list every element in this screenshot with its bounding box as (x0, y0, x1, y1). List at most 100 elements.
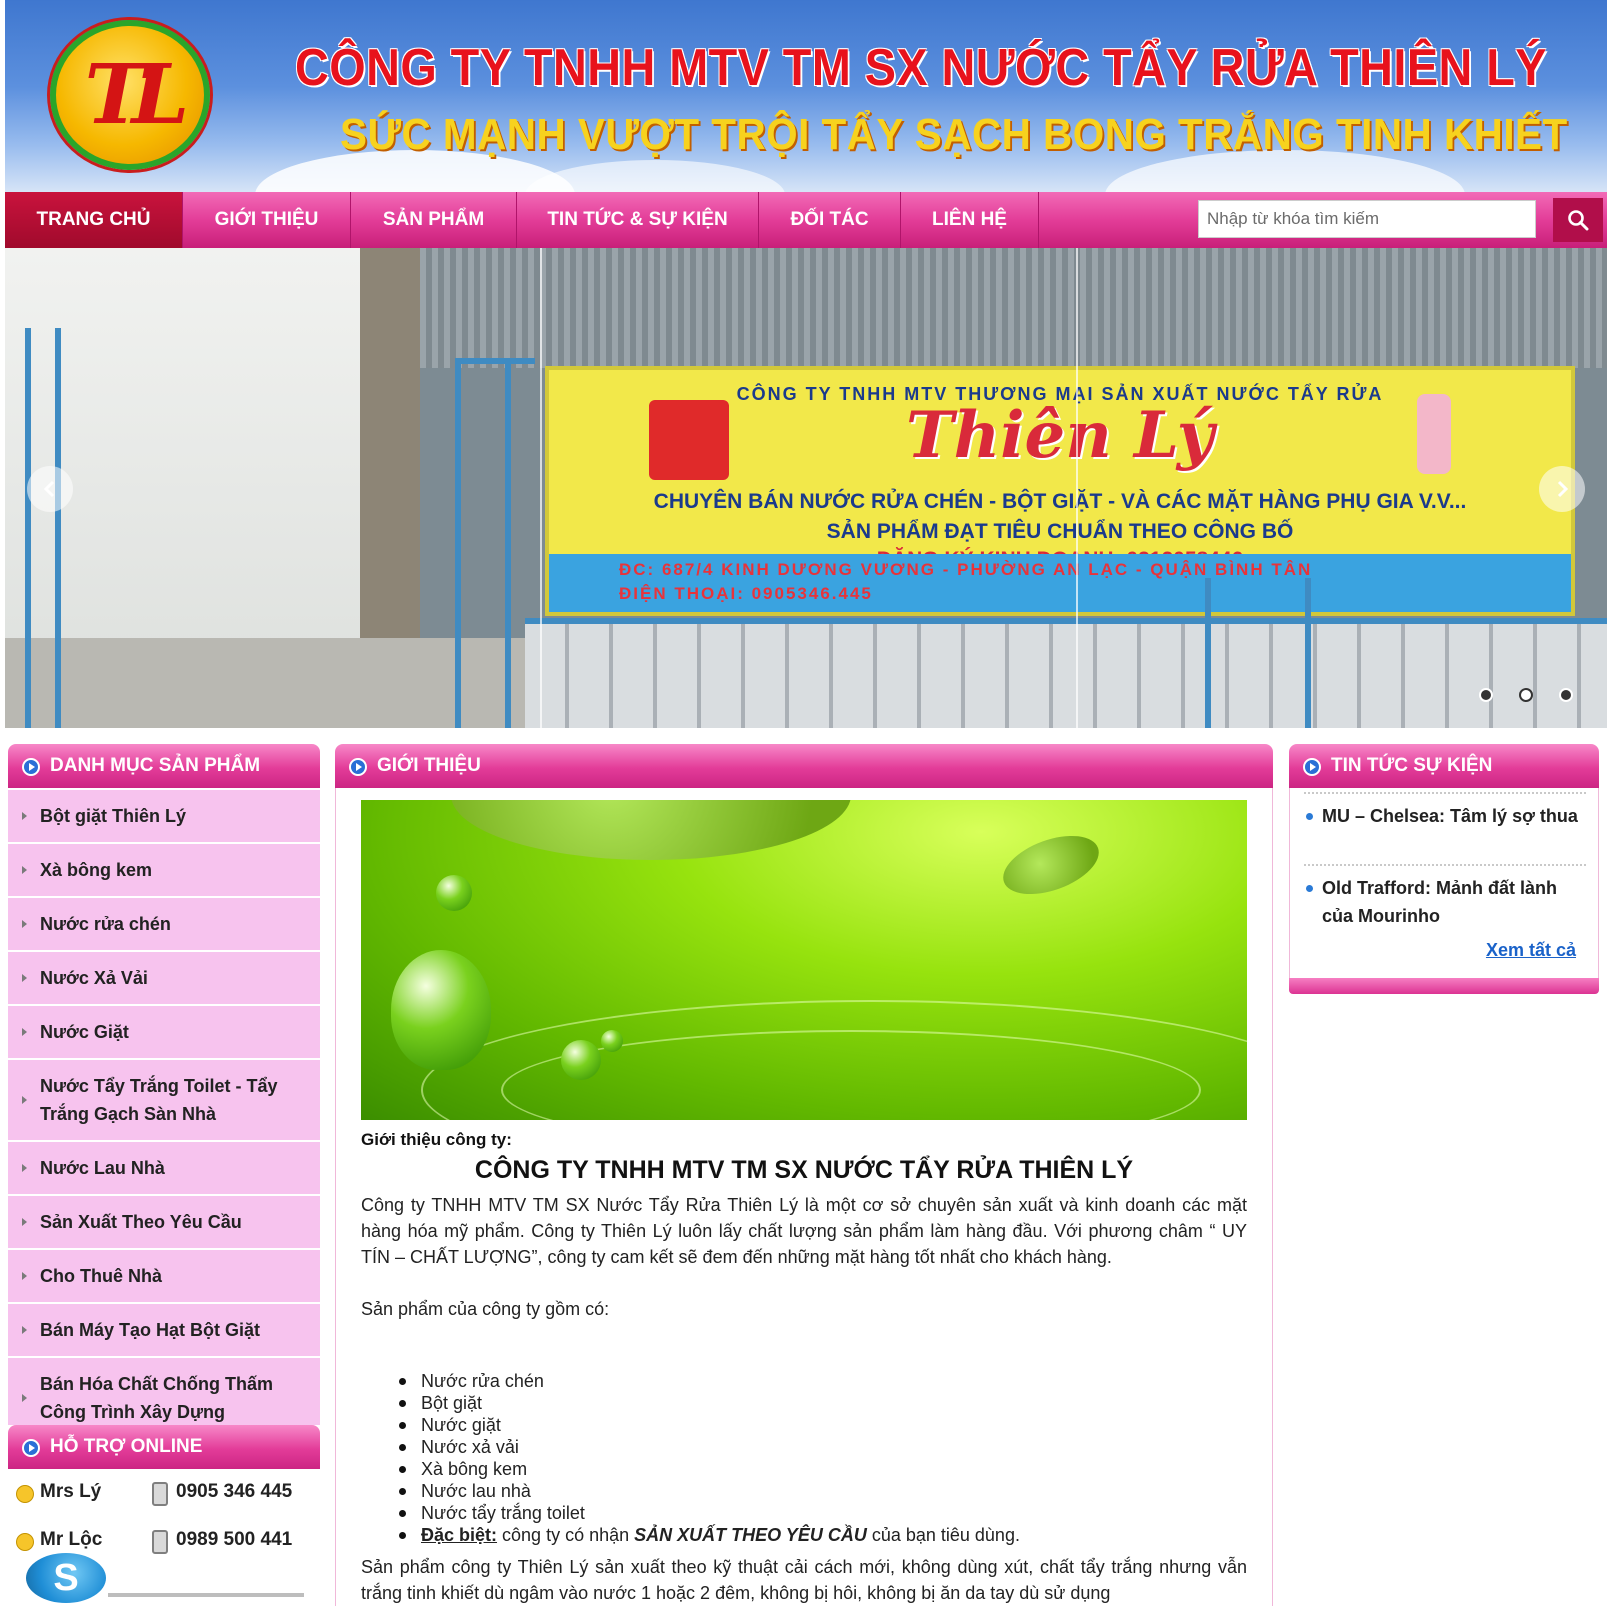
news-panel-header: TIN TỨC SỰ KIỆN (1289, 744, 1599, 788)
intro-panel-title: GIỚI THIỆU (377, 755, 481, 776)
category-item[interactable]: Nước Xả Vải (8, 952, 320, 1006)
support-contact[interactable]: Mrs Lý 0905 346 445 (8, 1473, 320, 1513)
leaf-shape (995, 824, 1107, 906)
category-item[interactable]: Sản Xuất Theo Yêu Cầu (8, 1196, 320, 1250)
news-item[interactable]: Old Trafford: Mảnh đất lành của Mourinho (1304, 864, 1586, 936)
gate-bar (455, 358, 535, 364)
water-drop-shape (601, 1030, 623, 1052)
search-icon (1568, 210, 1589, 231)
slider-prev-button[interactable] (27, 466, 73, 512)
special-strong: SẢN XUẤT THEO YÊU CẦU (634, 1525, 867, 1545)
company-slogan: SỨC MẠNH VƯỢT TRỘI TẨY SẠCH BONG TRẮNG T… (340, 110, 1568, 159)
slider-dot[interactable] (1479, 688, 1493, 702)
category-item[interactable]: Cho Thuê Nhà (8, 1250, 320, 1304)
news-panel-footer (1289, 978, 1599, 994)
play-circle-icon (349, 758, 367, 776)
intro-body: Giới thiệu công ty: CÔNG TY TNHH MTV TM … (335, 788, 1273, 1606)
gate-bar (525, 618, 1607, 624)
banner-line: CHUYÊN BÁN NƯỚC RỬA CHÉN - BỘT GIẶT - VÀ… (653, 490, 1467, 513)
phone-icon (152, 1530, 168, 1554)
product-list-item: Nước xả vải (399, 1436, 1020, 1458)
gate-bar (505, 358, 511, 728)
product-list-item: Bột giặt (399, 1392, 1020, 1414)
category-panel: DANH MỤC SẢN PHẨM Bột giặt Thiên Lý Xà b… (8, 744, 320, 1456)
gate-bar (25, 328, 31, 728)
nav-item-news[interactable]: TIN TỨC & SỰ KIỆN (517, 192, 759, 248)
gate-bar (455, 358, 461, 728)
smiley-icon (16, 1533, 34, 1551)
news-item[interactable]: MU – Chelsea: Tâm lý sợ thua (1304, 792, 1586, 836)
support-panel-header: HỖ TRỢ ONLINE (8, 1425, 320, 1469)
slider-dot[interactable] (1559, 688, 1573, 702)
support-phone: 0905 346 445 (176, 1481, 293, 1502)
product-list-item: Nước tẩy trắng toilet (399, 1502, 1020, 1524)
water-drop-shape (391, 950, 491, 1070)
company-title: CÔNG TY TNHH MTV TM SX NƯỚC TẨY RỬA THIÊ… (474, 1156, 1134, 1184)
banner-address: ĐC: 687/4 KINH DƯƠNG VƯƠNG - PHƯỜNG AN L… (619, 560, 1313, 579)
company-name: CÔNG TY TNHH MTV TM SX NƯỚC TẨY RỬA THIÊ… (295, 39, 1547, 97)
nav-item-partners[interactable]: ĐỐI TÁC (759, 192, 901, 248)
category-item[interactable]: Nước Giặt (8, 1006, 320, 1060)
image-slider[interactable]: CÔNG TY TNHH MTV THƯƠNG MẠI SẢN XUẤT NƯỚ… (5, 248, 1607, 728)
special-label: Đặc biệt: (421, 1525, 498, 1545)
slider-next-button[interactable] (1539, 466, 1585, 512)
special-note: Đặc biệt: công ty có nhận SẢN XUẤT THEO … (399, 1524, 1020, 1546)
news-panel: TIN TỨC SỰ KIỆN MU – Chelsea: Tâm lý sợ … (1289, 744, 1599, 994)
water-drop-shape (561, 1040, 601, 1080)
category-item[interactable]: Xà bông kem (8, 844, 320, 898)
product-list: Nước rửa chén Bột giặt Nước giặt Nước xả… (399, 1370, 1020, 1546)
banner-line: SẢN PHẨM ĐẠT TIÊU CHUẨN THEO CÔNG BỐ (826, 520, 1294, 543)
nav-item-products[interactable]: SẢN PHẨM (351, 192, 517, 248)
nav-item-contact[interactable]: LIÊN HỆ (901, 192, 1039, 248)
gate-bar (1205, 578, 1211, 728)
intro-panel-header: GIỚI THIỆU (335, 744, 1273, 788)
special-text: của bạn tiêu dùng. (866, 1525, 1020, 1545)
search-input[interactable] (1198, 200, 1536, 238)
support-phone: 0989 500 441 (176, 1529, 293, 1550)
play-circle-icon (1303, 758, 1321, 776)
category-panel-header: DANH MỤC SẢN PHẨM (8, 744, 320, 788)
category-item[interactable]: Nước Lau Nhà (8, 1142, 320, 1196)
leaf-shape (451, 800, 851, 860)
slider-dot-active[interactable] (1519, 688, 1533, 702)
category-item[interactable]: Nước Tẩy Trắng Toilet - Tẩy Trắng Gạch S… (8, 1060, 320, 1142)
play-circle-icon (22, 1439, 40, 1457)
tiles-background (525, 618, 1607, 728)
company-logo[interactable]: TL (50, 20, 210, 170)
play-circle-icon (22, 758, 40, 776)
shop-banner: CÔNG TY TNHH MTV THƯƠNG MẠI SẢN XUẤT NƯỚ… (545, 366, 1575, 616)
technology-paragraph: Sản phẩm công ty Thiên Lý sản xuất theo … (361, 1557, 1247, 1603)
intro-hero-image (361, 800, 1247, 1120)
water-drop-shape (436, 875, 472, 911)
phone-icon (152, 1482, 168, 1506)
category-panel-title: DANH MỤC SẢN PHẨM (50, 755, 261, 776)
product-list-item: Xà bông kem (399, 1458, 1020, 1480)
category-list: Bột giặt Thiên Lý Xà bông kem Nước rửa c… (8, 790, 320, 1456)
gate-bar (55, 328, 61, 728)
banner-phone: ĐIỆN THOẠI: 0905346.445 (619, 584, 873, 603)
special-text: công ty có nhận (497, 1525, 635, 1545)
category-item[interactable]: Bán Máy Tạo Hạt Bột Giặt (8, 1304, 320, 1358)
skype-icon[interactable]: S (26, 1553, 106, 1603)
page: TL CÔNG TY TNHH MTV TM SX NƯỚC TẨY RỬA T… (0, 0, 1612, 1606)
chevron-left-icon (43, 480, 55, 498)
search-button[interactable] (1553, 198, 1603, 242)
support-name: Mrs Lý (40, 1481, 102, 1502)
nav-item-about[interactable]: GIỚI THIỆU (183, 192, 351, 248)
category-item[interactable]: Bột giặt Thiên Lý (8, 790, 320, 844)
product-list-item: Nước rửa chén (399, 1370, 1020, 1392)
support-panel-title: HỖ TRỢ ONLINE (50, 1436, 203, 1457)
smiley-icon (16, 1485, 34, 1503)
cloud-decoration (525, 160, 785, 192)
product-list-item: Nước lau nhà (399, 1480, 1020, 1502)
support-name: Mr Lộc (40, 1529, 103, 1550)
chevron-right-icon (1557, 480, 1569, 498)
banner-brand: Thiên Lý (906, 398, 1214, 473)
logo-text: TL (84, 47, 190, 143)
category-item[interactable]: Nước rửa chén (8, 898, 320, 952)
nav-item-home[interactable]: TRANG CHỦ (5, 192, 183, 248)
see-all-link[interactable]: Xem tất cả (1486, 940, 1576, 961)
products-intro: Sản phẩm của công ty gồm có: (361, 1299, 610, 1319)
gate-bar (1305, 578, 1311, 728)
intro-label: Giới thiệu công ty: (361, 1130, 512, 1149)
